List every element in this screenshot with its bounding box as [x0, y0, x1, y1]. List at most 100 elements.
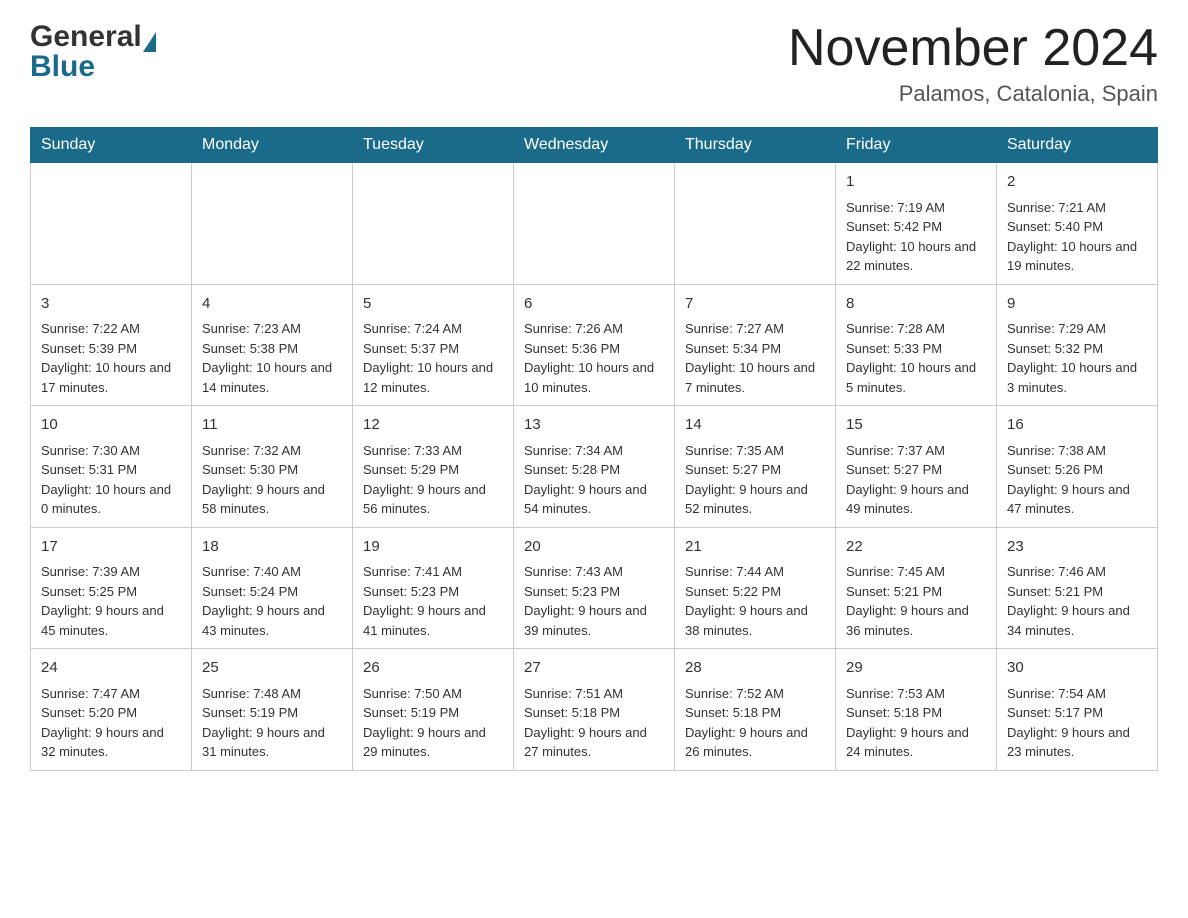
day-header-monday: Monday — [192, 128, 353, 163]
cell-info: Sunrise: 7:32 AM Sunset: 5:30 PM Dayligh… — [202, 441, 342, 519]
day-header-saturday: Saturday — [997, 128, 1158, 163]
day-number: 14 — [685, 414, 825, 437]
calendar-cell — [353, 163, 514, 285]
calendar-cell: 3 Sunrise: 7:22 AM Sunset: 5:39 PM Daylig… — [31, 284, 192, 406]
day-number: 16 — [1007, 414, 1147, 437]
calendar-cell: 23Sunrise: 7:46 AM Sunset: 5:21 PM Dayli… — [997, 527, 1158, 649]
cell-info: Sunrise: 7:51 AM Sunset: 5:18 PM Dayligh… — [524, 684, 664, 762]
calendar-cell: 6 Sunrise: 7:26 AM Sunset: 5:36 PM Daylig… — [514, 284, 675, 406]
calendar-cell: 5 Sunrise: 7:24 AM Sunset: 5:37 PM Daylig… — [353, 284, 514, 406]
cell-info: Sunrise: 7:27 AM Sunset: 5:34 PM Dayligh… — [685, 319, 825, 397]
day-number: 30 — [1007, 657, 1147, 680]
calendar-cell: 16Sunrise: 7:38 AM Sunset: 5:26 PM Dayli… — [997, 406, 1158, 528]
calendar-cell: 10 Sunrise: 7:30 AM Sunset: 5:31 PM Dayli… — [31, 406, 192, 528]
cell-info: Sunrise: 7:21 AM Sunset: 5:40 PM Dayligh… — [1007, 198, 1147, 276]
cell-info: Sunrise: 7:54 AM Sunset: 5:17 PM Dayligh… — [1007, 684, 1147, 762]
day-number: 2 — [1007, 171, 1147, 194]
day-number: 15 — [846, 414, 986, 437]
calendar-cell: 18 Sunrise: 7:40 AM Sunset: 5:24 PM Dayli… — [192, 527, 353, 649]
logo-blue-text: Blue — [30, 50, 95, 84]
day-number: 6 — [524, 293, 664, 316]
calendar-cell: 14 Sunrise: 7:35 AM Sunset: 5:27 PM Dayli… — [675, 406, 836, 528]
cell-info: Sunrise: 7:52 AM Sunset: 5:18 PM Dayligh… — [685, 684, 825, 762]
cell-info: Sunrise: 7:26 AM Sunset: 5:36 PM Dayligh… — [524, 319, 664, 397]
week-row-3: 10 Sunrise: 7:30 AM Sunset: 5:31 PM Dayli… — [31, 406, 1158, 528]
calendar-cell: 26 Sunrise: 7:50 AM Sunset: 5:19 PM Dayli… — [353, 649, 514, 771]
day-number: 26 — [363, 657, 503, 680]
calendar-cell: 30 Sunrise: 7:54 AM Sunset: 5:17 PM Dayli… — [997, 649, 1158, 771]
day-number: 28 — [685, 657, 825, 680]
calendar-cell — [675, 163, 836, 285]
calendar-cell: 9 Sunrise: 7:29 AM Sunset: 5:32 PM Daylig… — [997, 284, 1158, 406]
week-row-5: 24 Sunrise: 7:47 AM Sunset: 5:20 PM Dayli… — [31, 649, 1158, 771]
cell-info: Sunrise: 7:47 AM Sunset: 5:20 PM Dayligh… — [41, 684, 181, 762]
week-row-2: 3 Sunrise: 7:22 AM Sunset: 5:39 PM Daylig… — [31, 284, 1158, 406]
page-header: General Blue November 2024 Palamos, Cata… — [30, 20, 1158, 107]
cell-info: Sunrise: 7:39 AM Sunset: 5:25 PM Dayligh… — [41, 562, 181, 640]
calendar-cell: 4Sunrise: 7:23 AM Sunset: 5:38 PM Daylig… — [192, 284, 353, 406]
cell-info: Sunrise: 7:43 AM Sunset: 5:23 PM Dayligh… — [524, 562, 664, 640]
calendar-cell — [514, 163, 675, 285]
cell-info: Sunrise: 7:34 AM Sunset: 5:28 PM Dayligh… — [524, 441, 664, 519]
cell-info: Sunrise: 7:46 AM Sunset: 5:21 PM Dayligh… — [1007, 562, 1147, 640]
cell-info: Sunrise: 7:24 AM Sunset: 5:37 PM Dayligh… — [363, 319, 503, 397]
calendar-cell: 17 Sunrise: 7:39 AM Sunset: 5:25 PM Dayli… — [31, 527, 192, 649]
day-number: 29 — [846, 657, 986, 680]
day-number: 18 — [202, 536, 342, 559]
day-header-thursday: Thursday — [675, 128, 836, 163]
day-header-friday: Friday — [836, 128, 997, 163]
day-header-sunday: Sunday — [31, 128, 192, 163]
cell-info: Sunrise: 7:40 AM Sunset: 5:24 PM Dayligh… — [202, 562, 342, 640]
calendar-cell: 11 Sunrise: 7:32 AM Sunset: 5:30 PM Dayli… — [192, 406, 353, 528]
calendar-cell: 1Sunrise: 7:19 AM Sunset: 5:42 PM Daylig… — [836, 163, 997, 285]
cell-info: Sunrise: 7:48 AM Sunset: 5:19 PM Dayligh… — [202, 684, 342, 762]
day-number: 5 — [363, 293, 503, 316]
cell-info: Sunrise: 7:29 AM Sunset: 5:32 PM Dayligh… — [1007, 319, 1147, 397]
calendar-cell: 21 Sunrise: 7:44 AM Sunset: 5:22 PM Dayli… — [675, 527, 836, 649]
calendar-cell: 2 Sunrise: 7:21 AM Sunset: 5:40 PM Daylig… — [997, 163, 1158, 285]
day-number: 17 — [41, 536, 181, 559]
title-section: November 2024 Palamos, Catalonia, Spain — [788, 20, 1158, 107]
day-number: 3 — [41, 293, 181, 316]
calendar-cell: 28 Sunrise: 7:52 AM Sunset: 5:18 PM Dayli… — [675, 649, 836, 771]
cell-info: Sunrise: 7:28 AM Sunset: 5:33 PM Dayligh… — [846, 319, 986, 397]
calendar-cell — [192, 163, 353, 285]
day-number: 20 — [524, 536, 664, 559]
calendar-cell: 15 Sunrise: 7:37 AM Sunset: 5:27 PM Dayli… — [836, 406, 997, 528]
calendar-cell: 20 Sunrise: 7:43 AM Sunset: 5:23 PM Dayli… — [514, 527, 675, 649]
cell-info: Sunrise: 7:23 AM Sunset: 5:38 PM Dayligh… — [202, 319, 342, 397]
day-number: 24 — [41, 657, 181, 680]
day-header-tuesday: Tuesday — [353, 128, 514, 163]
location-text: Palamos, Catalonia, Spain — [788, 81, 1158, 107]
days-header-row: SundayMondayTuesdayWednesdayThursdayFrid… — [31, 128, 1158, 163]
cell-info: Sunrise: 7:22 AM Sunset: 5:39 PM Dayligh… — [41, 319, 181, 397]
calendar-cell: 7Sunrise: 7:27 AM Sunset: 5:34 PM Daylig… — [675, 284, 836, 406]
week-row-1: 1Sunrise: 7:19 AM Sunset: 5:42 PM Daylig… — [31, 163, 1158, 285]
calendar-cell: 27 Sunrise: 7:51 AM Sunset: 5:18 PM Dayli… — [514, 649, 675, 771]
cell-info: Sunrise: 7:37 AM Sunset: 5:27 PM Dayligh… — [846, 441, 986, 519]
month-title: November 2024 — [788, 20, 1158, 77]
cell-info: Sunrise: 7:41 AM Sunset: 5:23 PM Dayligh… — [363, 562, 503, 640]
day-number: 22 — [846, 536, 986, 559]
calendar-cell: 22 Sunrise: 7:45 AM Sunset: 5:21 PM Dayli… — [836, 527, 997, 649]
day-number: 12 — [363, 414, 503, 437]
day-number: 10 — [41, 414, 181, 437]
cell-info: Sunrise: 7:35 AM Sunset: 5:27 PM Dayligh… — [685, 441, 825, 519]
cell-info: Sunrise: 7:30 AM Sunset: 5:31 PM Dayligh… — [41, 441, 181, 519]
logo: General Blue — [30, 20, 156, 84]
calendar-cell: 24 Sunrise: 7:47 AM Sunset: 5:20 PM Dayli… — [31, 649, 192, 771]
day-number: 11 — [202, 414, 342, 437]
day-header-wednesday: Wednesday — [514, 128, 675, 163]
day-number: 9 — [1007, 293, 1147, 316]
cell-info: Sunrise: 7:33 AM Sunset: 5:29 PM Dayligh… — [363, 441, 503, 519]
cell-info: Sunrise: 7:45 AM Sunset: 5:21 PM Dayligh… — [846, 562, 986, 640]
calendar-cell — [31, 163, 192, 285]
cell-info: Sunrise: 7:44 AM Sunset: 5:22 PM Dayligh… — [685, 562, 825, 640]
calendar-cell: 12 Sunrise: 7:33 AM Sunset: 5:29 PM Dayli… — [353, 406, 514, 528]
day-number: 27 — [524, 657, 664, 680]
day-number: 8 — [846, 293, 986, 316]
calendar-cell: 8 Sunrise: 7:28 AM Sunset: 5:33 PM Daylig… — [836, 284, 997, 406]
cell-info: Sunrise: 7:50 AM Sunset: 5:19 PM Dayligh… — [363, 684, 503, 762]
calendar-cell: 13Sunrise: 7:34 AM Sunset: 5:28 PM Dayli… — [514, 406, 675, 528]
day-number: 21 — [685, 536, 825, 559]
